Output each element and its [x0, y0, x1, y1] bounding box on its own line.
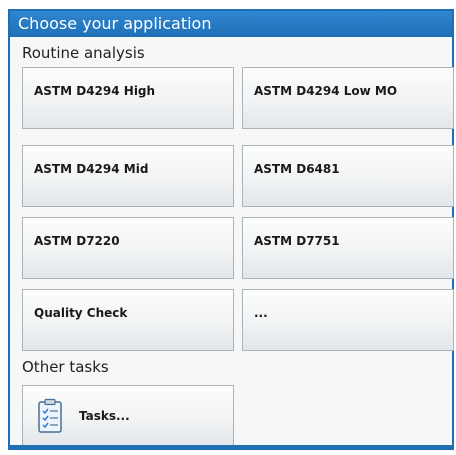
app-tile-astm-d7220[interactable]: ASTM D7220 — [22, 217, 234, 279]
app-tile-label: ASTM D7220 — [34, 234, 120, 248]
app-tile-label: ASTM D4294 Mid — [34, 162, 149, 176]
routine-analysis-heading: Routine analysis — [22, 44, 145, 62]
app-tile-astm-d4294-mid[interactable]: ASTM D4294 Mid — [22, 145, 234, 207]
window-bottom-border — [10, 445, 452, 448]
other-tasks-heading: Other tasks — [22, 358, 109, 376]
app-tile-quality-check[interactable]: Quality Check — [22, 289, 234, 351]
app-tile-astm-d4294-low-mo[interactable]: ASTM D4294 Low MO — [242, 67, 454, 129]
tasks-button[interactable]: Tasks... — [22, 385, 234, 447]
app-tile-more[interactable]: ... — [242, 289, 454, 351]
app-tile-label: ... — [254, 306, 268, 320]
app-tile-label: ASTM D7751 — [254, 234, 340, 248]
app-tile-astm-d4294-high[interactable]: ASTM D4294 High — [22, 67, 234, 129]
checklist-icon — [38, 398, 62, 433]
tasks-button-label: Tasks... — [79, 409, 130, 423]
app-tile-label: ASTM D4294 Low MO — [254, 84, 398, 98]
app-tile-label: Quality Check — [34, 306, 128, 320]
app-tile-label: ASTM D6481 — [254, 162, 340, 176]
application-chooser-window: Choose your application Routine analysis… — [8, 9, 454, 450]
app-tile-astm-d6481[interactable]: ASTM D6481 — [242, 145, 454, 207]
window-title: Choose your application — [10, 11, 452, 37]
app-tile-label: ASTM D4294 High — [34, 84, 156, 98]
app-tile-astm-d7751[interactable]: ASTM D7751 — [242, 217, 454, 279]
